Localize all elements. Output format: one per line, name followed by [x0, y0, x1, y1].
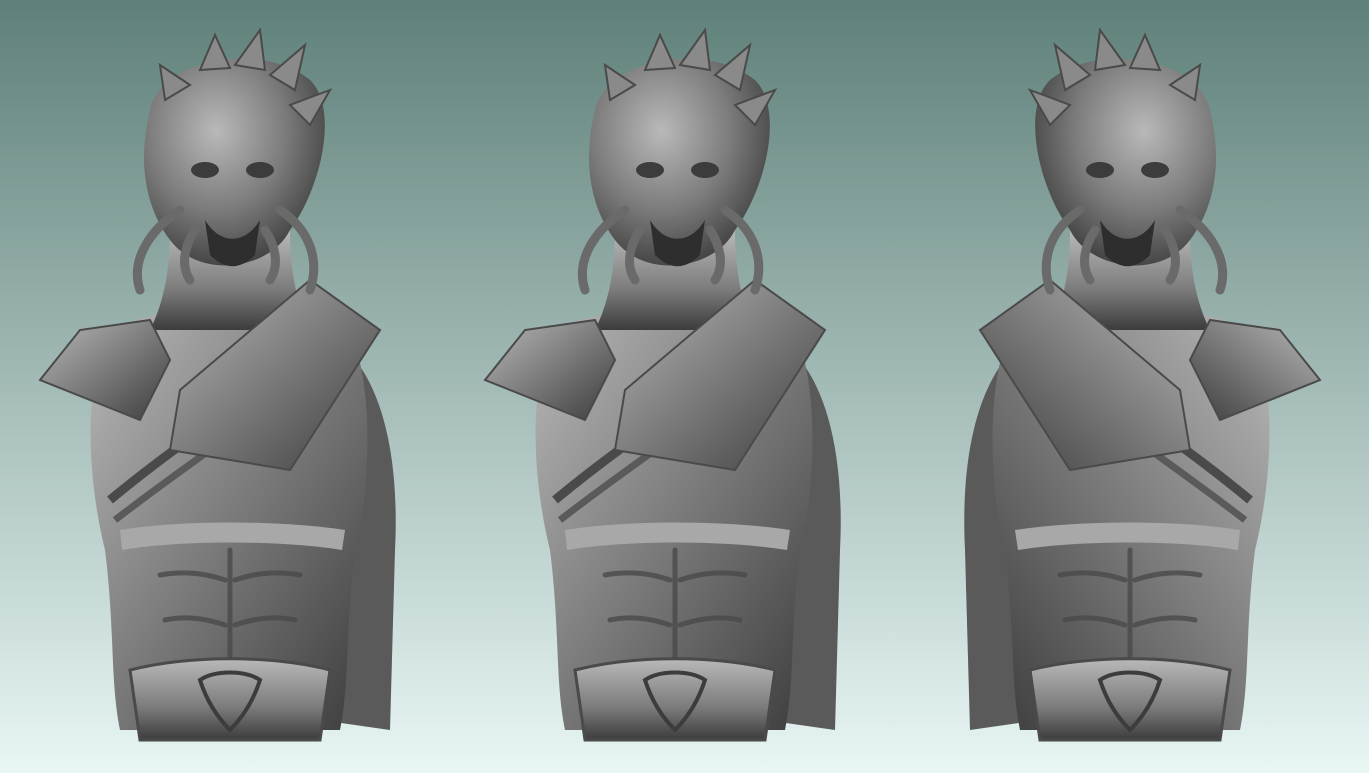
sculpt-viewport[interactable] — [0, 0, 1369, 773]
model-views — [40, 30, 1320, 740]
scene-canvas — [0, 0, 1369, 773]
